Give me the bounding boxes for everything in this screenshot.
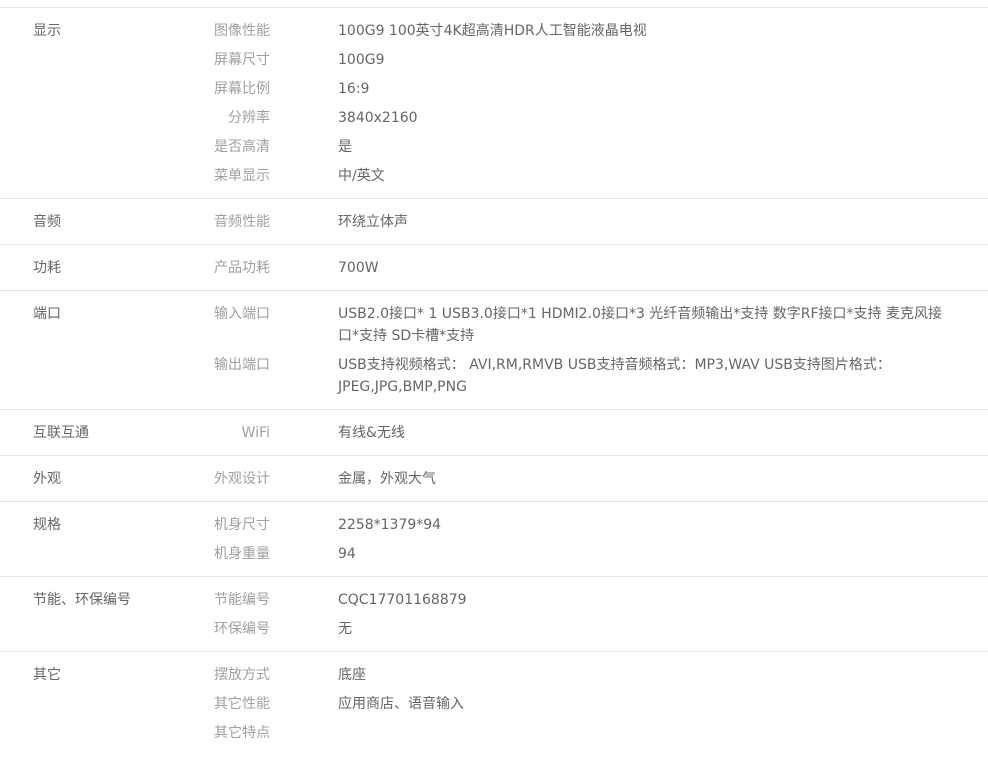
section-rows: 摆放方式 底座 其它性能 应用商店、语音输入 其它特点 (170, 664, 988, 744)
section-rows: 机身尺寸 2258*1379*94 机身重量 94 (170, 514, 988, 565)
section-category: 规格 (0, 514, 170, 536)
spec-section-certification: 节能、环保编号 节能编号 CQC17701168879 环保编号 无 (0, 576, 988, 651)
spec-label: 菜单显示 (170, 165, 270, 187)
spec-row: 菜单显示 中/英文 (170, 165, 988, 187)
spec-row: 机身重量 94 (170, 543, 988, 565)
section-category: 端口 (0, 303, 170, 325)
spec-value: 3840x2160 (338, 107, 950, 129)
spec-label: 屏幕比例 (170, 78, 270, 100)
spec-value: 是 (338, 136, 950, 158)
spec-section-ports: 端口 输入端口 USB2.0接口* 1 USB3.0接口*1 HDMI2.0接口… (0, 290, 988, 409)
section-rows: 外观设计 金属，外观大气 (170, 468, 988, 490)
product-spec-table: 显示 图像性能 100G9 100英寸4K超高清HDR人工智能液晶电视 屏幕尺寸… (0, 0, 988, 755)
spec-row: 其它特点 (170, 722, 988, 744)
spec-section-display: 显示 图像性能 100G9 100英寸4K超高清HDR人工智能液晶电视 屏幕尺寸… (0, 7, 988, 198)
spec-label: 节能编号 (170, 589, 270, 611)
section-category: 功耗 (0, 257, 170, 279)
spec-row: 屏幕尺寸 100G9 (170, 49, 988, 71)
spec-value: 应用商店、语音输入 (338, 693, 950, 715)
spec-row: WiFi 有线&无线 (170, 422, 988, 444)
spec-value: 中/英文 (338, 165, 950, 187)
spec-row: 是否高清 是 (170, 136, 988, 158)
spec-label: 摆放方式 (170, 664, 270, 686)
spec-label: 其它性能 (170, 693, 270, 715)
spec-label: WiFi (170, 422, 270, 444)
spec-value: 金属，外观大气 (338, 468, 950, 490)
spec-section-audio: 音频 音频性能 环绕立体声 (0, 198, 988, 244)
spec-label: 环保编号 (170, 618, 270, 640)
spec-section-other: 其它 摆放方式 底座 其它性能 应用商店、语音输入 其它特点 (0, 651, 988, 755)
section-rows: 节能编号 CQC17701168879 环保编号 无 (170, 589, 988, 640)
section-category: 音频 (0, 211, 170, 233)
section-rows: 图像性能 100G9 100英寸4K超高清HDR人工智能液晶电视 屏幕尺寸 10… (170, 20, 988, 187)
spec-row: 输出端口 USB支持视频格式： AVI,RM,RMVB USB支持音频格式：MP… (170, 354, 988, 398)
section-rows: WiFi 有线&无线 (170, 422, 988, 444)
section-category: 外观 (0, 468, 170, 490)
spec-value: 94 (338, 543, 950, 565)
spec-label: 分辨率 (170, 107, 270, 129)
section-category: 互联互通 (0, 422, 170, 444)
spec-value: USB支持视频格式： AVI,RM,RMVB USB支持音频格式：MP3,WAV… (338, 354, 950, 398)
spec-value: 环绕立体声 (338, 211, 950, 233)
spec-row: 图像性能 100G9 100英寸4K超高清HDR人工智能液晶电视 (170, 20, 988, 42)
spec-row: 机身尺寸 2258*1379*94 (170, 514, 988, 536)
spec-label: 输入端口 (170, 303, 270, 325)
section-rows: 输入端口 USB2.0接口* 1 USB3.0接口*1 HDMI2.0接口*3 … (170, 303, 988, 398)
spec-section-appearance: 外观 外观设计 金属，外观大气 (0, 455, 988, 501)
spec-label: 输出端口 (170, 354, 270, 376)
spec-row: 外观设计 金属，外观大气 (170, 468, 988, 490)
spec-label: 外观设计 (170, 468, 270, 490)
section-rows: 产品功耗 700W (170, 257, 988, 279)
spec-value: 无 (338, 618, 950, 640)
spec-row: 屏幕比例 16:9 (170, 78, 988, 100)
spec-row: 音频性能 环绕立体声 (170, 211, 988, 233)
spec-section-power: 功耗 产品功耗 700W (0, 244, 988, 290)
spec-label: 机身尺寸 (170, 514, 270, 536)
spec-value: USB2.0接口* 1 USB3.0接口*1 HDMI2.0接口*3 光纤音频输… (338, 303, 950, 347)
spec-row: 摆放方式 底座 (170, 664, 988, 686)
spec-label: 其它特点 (170, 722, 270, 744)
section-rows: 音频性能 环绕立体声 (170, 211, 988, 233)
spec-value: 700W (338, 257, 950, 279)
spec-value: 100G9 100英寸4K超高清HDR人工智能液晶电视 (338, 20, 950, 42)
section-category: 其它 (0, 664, 170, 686)
spec-label: 屏幕尺寸 (170, 49, 270, 71)
section-category: 节能、环保编号 (0, 589, 170, 611)
spec-value: 2258*1379*94 (338, 514, 950, 536)
spec-label: 音频性能 (170, 211, 270, 233)
spec-label: 图像性能 (170, 20, 270, 42)
spec-value: 有线&无线 (338, 422, 950, 444)
spec-section-dimensions: 规格 机身尺寸 2258*1379*94 机身重量 94 (0, 501, 988, 576)
spec-value: 100G9 (338, 49, 950, 71)
spec-row: 环保编号 无 (170, 618, 988, 640)
spec-row: 分辨率 3840x2160 (170, 107, 988, 129)
spec-value: 16:9 (338, 78, 950, 100)
section-category: 显示 (0, 20, 170, 42)
spec-row: 输入端口 USB2.0接口* 1 USB3.0接口*1 HDMI2.0接口*3 … (170, 303, 988, 347)
spec-label: 产品功耗 (170, 257, 270, 279)
spec-row: 其它性能 应用商店、语音输入 (170, 693, 988, 715)
spec-section-connectivity: 互联互通 WiFi 有线&无线 (0, 409, 988, 455)
spec-value: CQC17701168879 (338, 589, 950, 611)
spec-label: 机身重量 (170, 543, 270, 565)
spec-row: 产品功耗 700W (170, 257, 988, 279)
spec-label: 是否高清 (170, 136, 270, 158)
spec-value: 底座 (338, 664, 950, 686)
spec-row: 节能编号 CQC17701168879 (170, 589, 988, 611)
